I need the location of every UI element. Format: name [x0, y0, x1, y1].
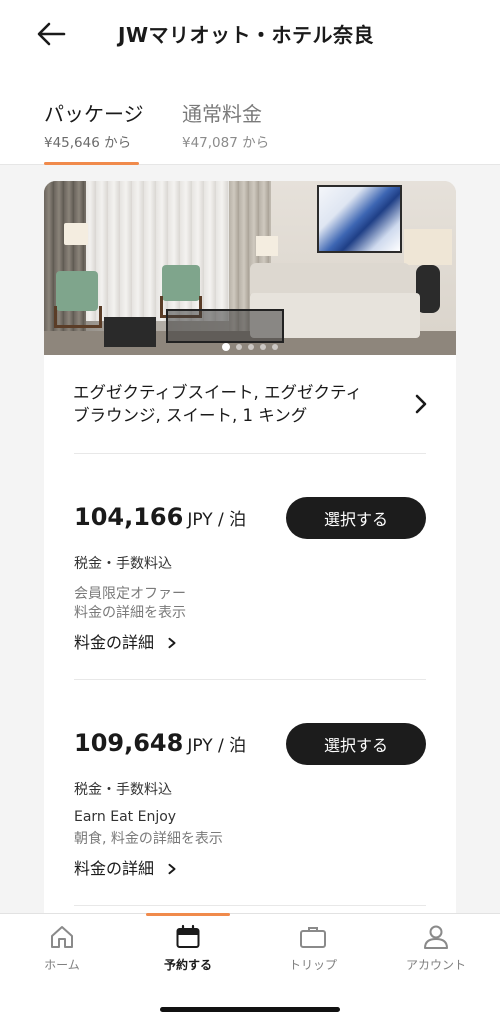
tab-standard-rate[interactable]: 通常料金 ¥47,087 から [182, 98, 269, 151]
nav-book[interactable]: 予約する [133, 924, 243, 973]
carousel-dot[interactable] [222, 343, 230, 351]
price-amount: 109,648 [74, 729, 184, 757]
nav-label: アカウント [405, 958, 466, 972]
photo-chair [56, 271, 98, 311]
rate-price: 104,166 JPY / 泊 [74, 503, 246, 531]
photo-lamp [256, 236, 278, 256]
arrow-left-icon [37, 22, 66, 46]
rate-details-link[interactable]: 料金の詳細 [74, 855, 177, 879]
price-amount: 104,166 [74, 503, 184, 531]
rate-price: 109,648 JPY / 泊 [74, 729, 246, 757]
carousel-dot[interactable] [272, 344, 278, 350]
room-card: エグゼクティブスイート, エグゼクティブラウンジ, スイート, 1 キング 10… [44, 181, 456, 915]
tab-package[interactable]: パッケージ ¥45,646 から [44, 98, 144, 151]
rate-details-label: 料金の詳細 [74, 859, 155, 878]
nav-trips[interactable]: トリップ [258, 924, 368, 973]
tab-price: ¥47,087 から [182, 135, 270, 151]
room-photo-carousel[interactable] [44, 181, 456, 355]
photo-lamp [404, 229, 452, 265]
divider [74, 905, 426, 906]
home-indicator-bar [160, 1007, 340, 1012]
offer-detail: 料金の詳細を表示 [74, 605, 186, 621]
photo-curtain [44, 181, 86, 355]
room-name: エグゼクティブスイート, エグゼクティブラウンジ, スイート, 1 キング [73, 383, 363, 425]
active-nav-indicator [146, 913, 230, 916]
nav-home[interactable]: ホーム [7, 924, 117, 973]
main-content[interactable]: エグゼクティブスイート, エグゼクティブラウンジ, スイート, 1 キング 10… [0, 165, 500, 915]
photo-lamp [64, 223, 88, 245]
rate-option: 104,166 JPY / 泊 選択する 税金・手数料込 会員限定オファー 料金の… [44, 453, 456, 679]
rate-option: 109,648 JPY / 泊 選択する 税金・手数料込 Earn Eat Enj… [44, 679, 456, 905]
select-button[interactable]: 選択する [286, 497, 426, 539]
tab-price: ¥45,646 から [44, 135, 132, 151]
bottom-navigation: ホーム 予約する トリップ アカウント [0, 913, 500, 1024]
tax-note: 税金・手数料込 [74, 556, 172, 572]
photo-artwork [317, 185, 402, 253]
room-name-row[interactable]: エグゼクティブスイート, エグゼクティブラウンジ, スイート, 1 キング [44, 355, 456, 453]
app-header: JWマリオット・ホテル奈良 [0, 0, 500, 70]
offer-detail: 朝食, 料金の詳細を表示 [74, 831, 223, 847]
account-icon [424, 925, 448, 949]
briefcase-icon [300, 927, 326, 948]
back-button[interactable] [36, 20, 76, 50]
carousel-dot[interactable] [248, 344, 254, 350]
offer-title: Earn Eat Enjoy [74, 809, 177, 825]
rate-details-label: 料金の詳細 [74, 633, 155, 652]
photo-curtain [84, 181, 234, 321]
carousel-dot[interactable] [236, 344, 242, 350]
price-unit: JPY / 泊 [187, 736, 247, 756]
photo-chair-frame [54, 306, 102, 328]
tab-label: 通常料金 [182, 102, 262, 126]
calendar-icon [176, 924, 200, 948]
nav-account[interactable]: アカウント [381, 924, 491, 973]
nav-label: 予約する [163, 958, 212, 972]
price-unit: JPY / 泊 [187, 510, 247, 530]
tax-note: 税金・手数料込 [74, 782, 172, 798]
rate-type-tabs: パッケージ ¥45,646 から 通常料金 ¥47,087 から [0, 92, 500, 165]
carousel-dots [44, 335, 456, 351]
page-title: JWマリオット・ホテル奈良 [118, 23, 375, 47]
carousel-dot[interactable] [260, 344, 266, 350]
home-icon [51, 926, 73, 948]
select-button[interactable]: 選択する [286, 723, 426, 765]
chevron-right-icon [415, 394, 427, 414]
tab-label: パッケージ [44, 102, 144, 126]
chevron-right-icon [168, 637, 176, 649]
offer-title: 会員限定オファー [74, 586, 186, 602]
nav-label: トリップ [288, 958, 337, 972]
chevron-right-icon [168, 863, 176, 875]
nav-label: ホーム [44, 958, 80, 972]
rate-details-link[interactable]: 料金の詳細 [74, 629, 177, 653]
